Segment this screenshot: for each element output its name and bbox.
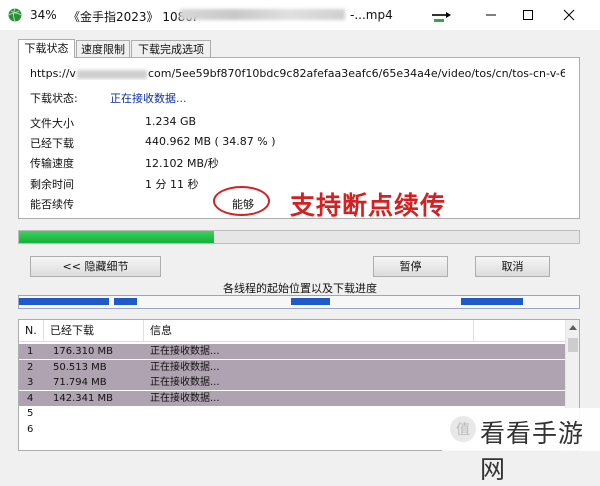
close-button[interactable] bbox=[556, 4, 582, 26]
tab-download-status[interactable]: 下载状态 bbox=[18, 39, 75, 58]
cell-downloaded: 176.310 MB bbox=[53, 346, 114, 357]
cell-downloaded: 50.513 MB bbox=[53, 361, 107, 373]
cell-downloaded: 71.794 MB bbox=[53, 377, 107, 388]
thread-list-header: N. 已经下载 信息 bbox=[19, 320, 565, 342]
title-bar: 34% 《金手指2023》 1080P -...mp4 bbox=[0, 0, 600, 30]
watermark-logo-char: 值 bbox=[456, 422, 470, 438]
cell-n: 5 bbox=[27, 408, 34, 419]
cell-n: 4 bbox=[27, 392, 34, 404]
table-row[interactable]: 4 142.341 MB 正在接收数据... bbox=[19, 390, 565, 406]
remaining-label: 剩余时间 bbox=[30, 178, 74, 191]
app-globe-icon bbox=[8, 8, 22, 22]
cell-downloaded: 142.341 MB bbox=[53, 392, 114, 404]
annotation-text: 支持断点续传 bbox=[290, 191, 447, 220]
file-size-value: 1.234 GB bbox=[145, 115, 197, 128]
speed-label: 传输速度 bbox=[30, 157, 74, 170]
tab-speed-limit[interactable]: 速度限制 bbox=[76, 40, 130, 57]
threads-progress-bar bbox=[18, 295, 580, 309]
downloaded-value: 440.962 MB ( 34.87 % ) bbox=[145, 135, 276, 148]
tab-completion-options[interactable]: 下载完成选项 bbox=[131, 40, 211, 57]
hide-details-button[interactable]: << 隐藏细节 bbox=[30, 256, 161, 277]
thread-segment bbox=[114, 298, 137, 305]
thread-segment bbox=[290, 298, 330, 305]
cell-info: 正在接收数据... bbox=[150, 346, 220, 357]
cell-info: 正在接收数据... bbox=[150, 392, 220, 404]
status-label: 下载状态: bbox=[30, 92, 78, 105]
status-value: 正在接收数据... bbox=[110, 92, 187, 105]
title-extension: -...mp4 bbox=[350, 8, 393, 22]
resume-label: 能否续传 bbox=[30, 198, 74, 211]
maximize-button[interactable] bbox=[515, 4, 541, 26]
url-suffix: com/5ee59bf870f10bdc9c82afefaa3eafc6/65e… bbox=[147, 67, 565, 80]
download-arrow-icon bbox=[432, 12, 451, 22]
threads-label: 各线程的起始位置以及下载进度 bbox=[223, 282, 377, 295]
cell-info: 正在接收数据... bbox=[150, 361, 220, 373]
cancel-button[interactable]: 取消 bbox=[475, 256, 550, 277]
thread-segment bbox=[19, 298, 109, 305]
progress-fill bbox=[19, 231, 215, 243]
minimize-button[interactable] bbox=[478, 4, 504, 26]
thread-segment bbox=[461, 298, 523, 305]
file-size-label: 文件大小 bbox=[30, 117, 74, 130]
column-header-info[interactable]: 信息 bbox=[144, 320, 474, 341]
speed-value: 12.102 MB/秒 bbox=[145, 157, 219, 170]
cell-n: 3 bbox=[27, 377, 34, 388]
scroll-up-arrow-icon[interactable] bbox=[569, 324, 577, 330]
cell-info: 正在接收数据... bbox=[150, 377, 220, 388]
column-header-number[interactable]: N. bbox=[19, 320, 44, 341]
cell-n: 2 bbox=[27, 361, 34, 373]
table-row[interactable]: 3 71.794 MB 正在接收数据... bbox=[19, 375, 565, 390]
download-progress-bar bbox=[18, 230, 580, 244]
scroll-thumb[interactable] bbox=[568, 338, 578, 352]
pause-button[interactable]: 暂停 bbox=[373, 256, 448, 277]
remaining-value: 1 分 11 秒 bbox=[145, 178, 199, 191]
url-prefix: https://v bbox=[30, 67, 76, 80]
watermark-text: 看看手游网 bbox=[480, 419, 585, 484]
cell-n: 1 bbox=[27, 346, 34, 357]
title-redacted bbox=[180, 9, 345, 20]
highlight-circle bbox=[213, 186, 270, 216]
watermark-logo: 值 bbox=[450, 416, 476, 442]
download-url[interactable]: https://v com/5ee59bf870f10bdc9c82afefaa3… bbox=[30, 67, 565, 80]
downloaded-label: 已经下载 bbox=[30, 137, 74, 150]
table-row[interactable]: 1 176.310 MB 正在接收数据... bbox=[19, 344, 565, 359]
column-header-downloaded[interactable]: 已经下载 bbox=[44, 320, 144, 341]
url-redacted bbox=[76, 69, 147, 79]
table-row[interactable]: 2 50.513 MB 正在接收数据... bbox=[19, 359, 565, 375]
cell-n: 6 bbox=[27, 423, 34, 435]
title-percent: 34% bbox=[30, 8, 57, 22]
